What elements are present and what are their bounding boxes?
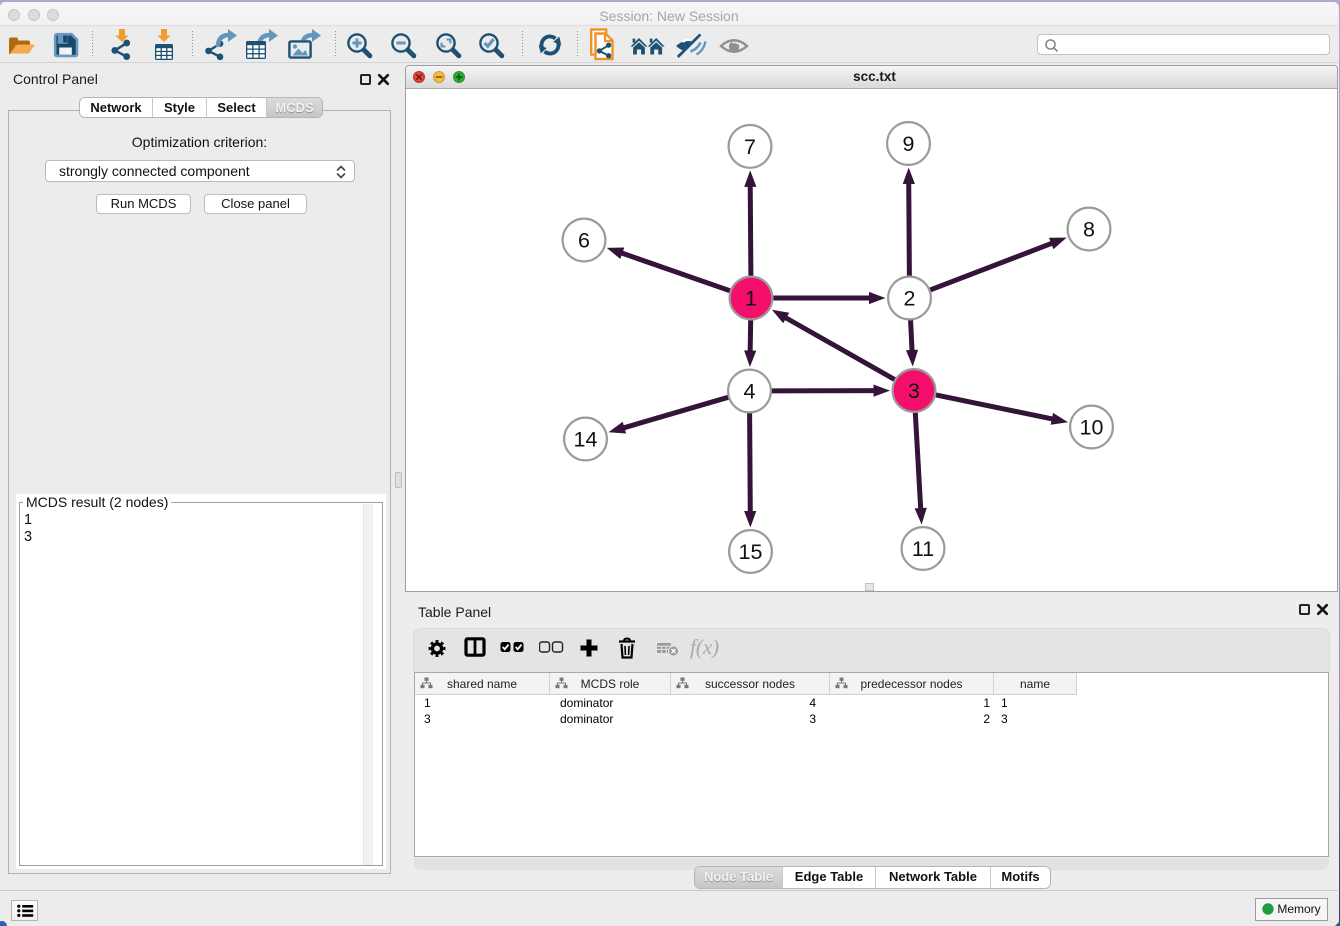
svg-text:6: 6	[578, 229, 590, 253]
svg-text:3: 3	[908, 379, 920, 403]
svg-text:8: 8	[1083, 218, 1095, 242]
svg-text:10: 10	[1080, 416, 1104, 440]
svg-text:4: 4	[744, 380, 756, 404]
svg-text:1: 1	[745, 287, 757, 311]
svg-text:14: 14	[574, 428, 598, 452]
svg-text:11: 11	[912, 537, 934, 561]
svg-text:9: 9	[903, 132, 915, 156]
svg-text:15: 15	[739, 540, 763, 564]
svg-text:2: 2	[904, 287, 916, 311]
svg-text:7: 7	[744, 135, 756, 159]
